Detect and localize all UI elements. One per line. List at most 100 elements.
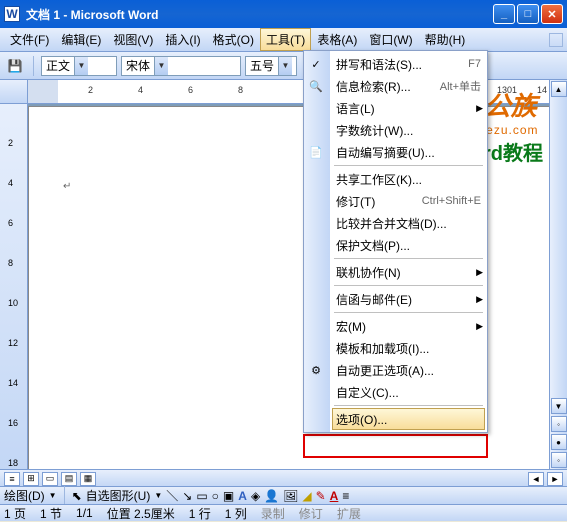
minimize-button[interactable]: _ <box>493 4 515 24</box>
menu-item-label: 比较并合并文档(D)... <box>336 215 481 232</box>
clipart-icon[interactable]: 👤 <box>264 489 279 503</box>
menu-tools[interactable]: 工具(T) <box>260 28 311 51</box>
menu-item-label: 自动编写摘要(U)... <box>336 144 481 161</box>
menu-help[interactable]: 帮助(H) <box>419 28 472 51</box>
menu-item-label: 自定义(C)... <box>336 384 481 401</box>
menu-item-选项O[interactable]: 选项(O)... <box>332 408 485 430</box>
tools-menu-dropdown: ✓拼写和语法(S)...F7🔍信息检索(R)...Alt+单击语言(L)▶字数统… <box>303 50 488 433</box>
font-combo[interactable]: 宋体▼ <box>121 56 241 76</box>
status-line: 1 行 <box>189 505 211 522</box>
prev-page-button[interactable]: ◦ <box>551 416 567 432</box>
menu-separator <box>334 165 483 166</box>
outline-view-button[interactable]: ▤ <box>61 472 77 486</box>
menu-item-语言L[interactable]: 语言(L)▶ <box>330 97 487 119</box>
menu-item-模板和加载项I[interactable]: 模板和加载项(I)... <box>330 337 487 359</box>
vruler-tick: 12 <box>8 338 18 348</box>
menu-view[interactable]: 视图(V) <box>107 28 159 51</box>
scroll-down-button[interactable]: ▼ <box>551 398 567 414</box>
ruler-tick: 2 <box>88 85 93 95</box>
menu-item-自定义C[interactable]: 自定义(C)... <box>330 381 487 403</box>
menu-item-label: 自动更正选项(A)... <box>336 362 481 379</box>
vruler-tick: 18 <box>8 458 18 468</box>
menu-item-icon: 🔍 <box>308 78 324 94</box>
scroll-up-button[interactable]: ▲ <box>551 81 567 97</box>
menu-item-拼写和语法S[interactable]: ✓拼写和语法(S)...F7 <box>330 53 487 75</box>
browse-object-button[interactable]: ● <box>551 434 567 450</box>
menu-item-自动更正选项A[interactable]: ⚙自动更正选项(A)... <box>330 359 487 381</box>
menu-item-label: 模板和加载项(I)... <box>336 340 481 357</box>
ruler-tick: 6 <box>188 85 193 95</box>
menu-item-label: 信函与邮件(E) <box>336 291 481 308</box>
menu-item-shortcut: F7 <box>468 58 481 70</box>
size-value: 五号 <box>246 57 278 74</box>
draw-menu[interactable]: 绘图(D) <box>4 487 45 504</box>
print-view-button[interactable]: ▭ <box>42 472 58 486</box>
status-section: 1 节 <box>40 505 62 522</box>
web-view-button[interactable]: ⊞ <box>23 472 39 486</box>
menu-separator <box>334 405 483 406</box>
rectangle-icon[interactable]: ▭ <box>196 489 207 503</box>
menu-item-字数统计W[interactable]: 字数统计(W)... <box>330 119 487 141</box>
oval-icon[interactable]: ○ <box>212 489 219 503</box>
normal-view-button[interactable]: ≡ <box>4 472 20 486</box>
menu-item-保护文档P[interactable]: 保护文档(P)... <box>330 234 487 256</box>
status-bar: 1 页 1 节 1/1 位置 2.5厘米 1 行 1 列 录制 修订 扩展 <box>0 504 567 521</box>
menu-item-自动编写摘要U[interactable]: 📄自动编写摘要(U)... <box>330 141 487 163</box>
menu-item-共享工作区K[interactable]: 共享工作区(K)... <box>330 168 487 190</box>
menu-edit[interactable]: 编辑(E) <box>55 28 107 51</box>
vruler-tick: 8 <box>8 258 13 268</box>
scroll-right-button[interactable]: ► <box>547 472 563 486</box>
menu-file[interactable]: 文件(F) <box>4 28 55 51</box>
menu-item-联机协作N[interactable]: 联机协作(N)▶ <box>330 261 487 283</box>
menu-item-label: 联机协作(N) <box>336 264 481 281</box>
menu-item-label: 拼写和语法(S)... <box>336 56 468 73</box>
menu-item-修订T[interactable]: 修订(T)Ctrl+Shift+E <box>330 190 487 212</box>
vertical-ruler[interactable]: 2 4 6 8 10 12 14 16 18 <box>0 104 28 482</box>
menu-item-label: 宏(M) <box>336 318 481 335</box>
menu-item-label: 保护文档(P)... <box>336 237 481 254</box>
menu-item-宏M[interactable]: 宏(M)▶ <box>330 315 487 337</box>
autoshapes-menu[interactable]: 自选图形(U) <box>86 487 151 504</box>
vruler-tick: 10 <box>8 298 18 308</box>
line-style-icon[interactable]: ≡ <box>342 489 349 503</box>
fill-color-icon[interactable]: ◢ <box>302 489 311 503</box>
status-track: 修订 <box>299 505 323 522</box>
menu-item-信息检索R[interactable]: 🔍信息检索(R)...Alt+单击 <box>330 75 487 97</box>
scroll-left-button[interactable]: ◄ <box>528 472 544 486</box>
menu-item-label: 共享工作区(K)... <box>336 171 481 188</box>
save-button[interactable]: 💾 <box>4 55 26 77</box>
maximize-button[interactable]: □ <box>517 4 539 24</box>
close-button[interactable]: ✕ <box>541 4 563 24</box>
chevron-down-icon: ▼ <box>154 491 162 500</box>
menu-window[interactable]: 窗口(W) <box>363 28 418 51</box>
menu-insert[interactable]: 插入(I) <box>159 28 206 51</box>
menu-item-比较并合并文档D[interactable]: 比较并合并文档(D)... <box>330 212 487 234</box>
vruler-tick: 4 <box>8 178 13 188</box>
style-combo[interactable]: 正文▼ <box>41 56 117 76</box>
submenu-arrow-icon: ▶ <box>476 103 483 114</box>
line-color-icon[interactable]: ✎ <box>316 489 326 503</box>
menu-item-icon: 📄 <box>308 144 324 160</box>
menu-item-label: 语言(L) <box>336 100 481 117</box>
reading-view-button[interactable]: ▦ <box>80 472 96 486</box>
vertical-scrollbar[interactable]: ▲ ▼ ◦ ● ◦ <box>549 80 567 469</box>
line-icon[interactable]: ＼ <box>166 487 178 504</box>
font-color-icon[interactable]: A <box>330 489 339 503</box>
status-position: 位置 2.5厘米 <box>107 505 175 522</box>
diagram-icon[interactable]: ◈ <box>251 489 260 503</box>
menu-item-icon: ⚙ <box>308 362 324 378</box>
pointer-icon[interactable]: ⬉ <box>72 489 82 503</box>
view-buttons-bar: ≡ ⊞ ▭ ▤ ▦ ◄ ► <box>0 469 567 487</box>
status-column: 1 列 <box>225 505 247 522</box>
textbox-icon[interactable]: ▣ <box>223 489 234 503</box>
picture-icon[interactable]: 🖼 <box>283 489 298 503</box>
arrow-icon[interactable]: ↘ <box>182 489 192 503</box>
menu-item-label: 选项(O)... <box>336 411 481 428</box>
next-page-button[interactable]: ◦ <box>551 452 567 468</box>
size-combo[interactable]: 五号▼ <box>245 56 297 76</box>
chevron-down-icon: ▼ <box>49 491 57 500</box>
wordart-icon[interactable]: A <box>238 489 247 503</box>
menu-table[interactable]: 表格(A) <box>311 28 363 51</box>
menu-format[interactable]: 格式(O) <box>207 28 260 51</box>
menu-item-信函与邮件E[interactable]: 信函与邮件(E)▶ <box>330 288 487 310</box>
